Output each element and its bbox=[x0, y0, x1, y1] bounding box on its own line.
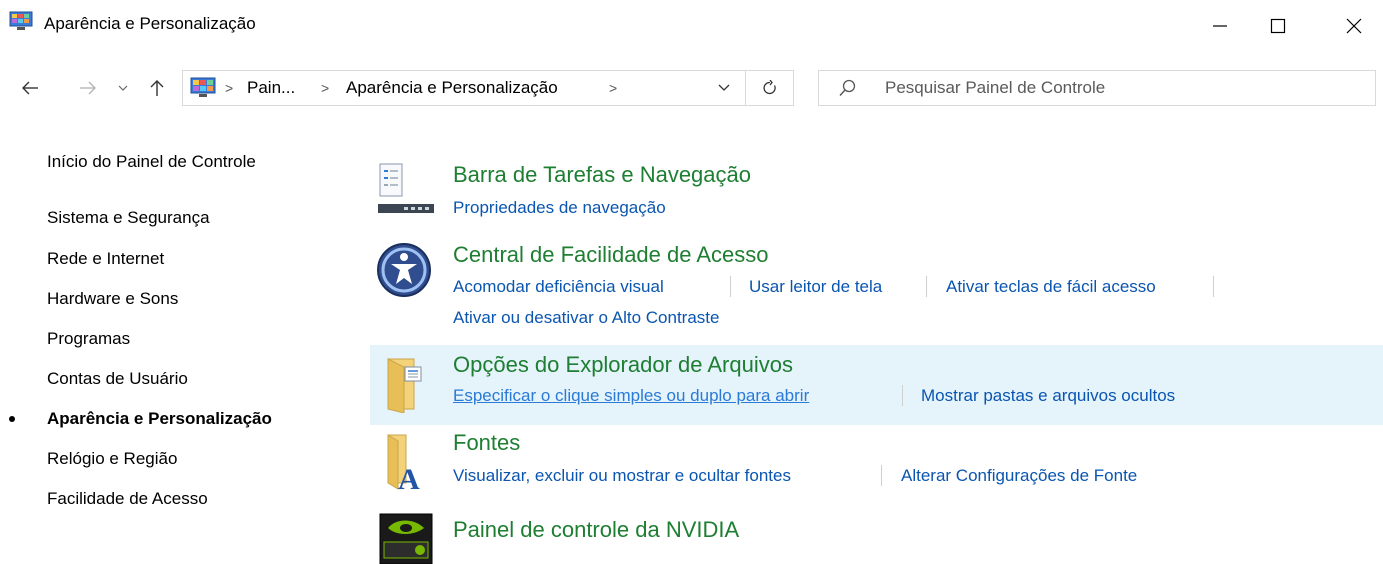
active-bullet-icon bbox=[9, 416, 15, 422]
refresh-icon bbox=[763, 80, 776, 95]
task-link[interactable]: Visualizar, excluir ou mostrar e ocultar… bbox=[453, 466, 791, 486]
sidebar-home-link[interactable]: Início do Painel de Controle bbox=[47, 152, 256, 172]
link-separator bbox=[902, 385, 903, 406]
svg-text:A: A bbox=[398, 463, 420, 493]
sidebar-item-aparencia-e-personalizacao[interactable]: Aparência e Personalização bbox=[47, 409, 272, 429]
link-separator bbox=[881, 465, 882, 486]
maximize-icon bbox=[1270, 18, 1286, 34]
search-icon bbox=[839, 79, 856, 96]
window-title: Aparência e Personalização bbox=[44, 14, 256, 33]
search-input[interactable] bbox=[885, 71, 1365, 105]
sidebar-item-facilidade-de-acesso[interactable]: Facilidade de Acesso bbox=[47, 489, 208, 509]
nvidia-icon bbox=[379, 513, 433, 564]
arrow-left-icon bbox=[22, 81, 38, 95]
category-nvidia: Painel de controle da NVIDIA bbox=[370, 508, 1383, 564]
ease-of-access-icon bbox=[377, 243, 431, 297]
sidebar-item-relogio-e-regiao[interactable]: Relógio e Região bbox=[47, 449, 177, 469]
category-title[interactable]: Central de Facilidade de Acesso bbox=[453, 242, 769, 268]
taskbar-icon bbox=[378, 163, 434, 213]
sidebar-item-contas-de-usuario[interactable]: Contas de Usuário bbox=[47, 369, 188, 389]
back-button[interactable] bbox=[10, 60, 50, 116]
task-link[interactable]: Mostrar pastas e arquivos ocultos bbox=[921, 386, 1175, 406]
minimize-button[interactable] bbox=[1191, 0, 1249, 52]
category-ease-of-access: Central de Facilidade de Acesso Acomodar… bbox=[370, 232, 1383, 342]
sidebar-item-sistema-e-seguranca[interactable]: Sistema e Segurança bbox=[47, 208, 210, 228]
task-link[interactable]: Acomodar deficiência visual bbox=[453, 277, 664, 297]
category-title[interactable]: Barra de Tarefas e Navegação bbox=[453, 162, 751, 188]
fonts-icon: A bbox=[387, 434, 420, 493]
link-separator bbox=[730, 276, 731, 297]
chevron-right-icon[interactable]: > bbox=[609, 80, 617, 96]
control-panel-icon bbox=[190, 77, 216, 97]
recent-locations-button[interactable] bbox=[110, 60, 136, 116]
chevron-right-icon: > bbox=[225, 80, 234, 96]
folder-options-icon bbox=[387, 358, 422, 413]
sidebar-item-rede-e-internet[interactable]: Rede e Internet bbox=[47, 249, 164, 269]
close-button[interactable] bbox=[1325, 0, 1383, 52]
category-fonts: A Fontes Visualizar, excluir ou mostrar … bbox=[370, 427, 1383, 507]
task-link[interactable]: Alterar Configurações de Fonte bbox=[901, 466, 1137, 486]
task-link[interactable]: Ativar teclas de fácil acesso bbox=[946, 277, 1156, 297]
maximize-button[interactable] bbox=[1249, 0, 1307, 52]
address-bar[interactable]: > Pain... > Aparência e Personalização > bbox=[182, 70, 794, 106]
task-link[interactable]: Especificar o clique simples ou duplo pa… bbox=[453, 386, 809, 406]
sidebar-item-hardware-e-sons[interactable]: Hardware e Sons bbox=[47, 289, 178, 309]
link-separator bbox=[926, 276, 927, 297]
breadcrumb-item[interactable]: Pain... bbox=[247, 78, 295, 98]
category-taskbar: Barra de Tarefas e Navegação Propriedade… bbox=[370, 150, 1383, 230]
task-link[interactable]: Ativar ou desativar o Alto Contraste bbox=[453, 308, 719, 328]
chevron-down-icon bbox=[718, 84, 730, 91]
refresh-button[interactable] bbox=[746, 71, 794, 105]
breadcrumb-item[interactable]: Aparência e Personalização bbox=[346, 78, 558, 98]
arrow-up-icon bbox=[150, 80, 164, 96]
control-panel-icon bbox=[9, 11, 33, 30]
task-link[interactable]: Usar leitor de tela bbox=[749, 277, 882, 297]
chevron-right-icon[interactable]: > bbox=[321, 80, 329, 96]
forward-button[interactable] bbox=[68, 60, 108, 116]
minimize-icon bbox=[1213, 25, 1227, 27]
category-file-explorer-options: Opções do Explorador de Arquivos Especif… bbox=[370, 345, 1383, 425]
arrow-right-icon bbox=[80, 81, 96, 95]
title-bar: Aparência e Personalização bbox=[0, 0, 1383, 52]
up-button[interactable] bbox=[140, 60, 174, 116]
task-link[interactable]: Propriedades de navegação bbox=[453, 198, 666, 218]
close-icon bbox=[1346, 18, 1362, 34]
category-title[interactable]: Opções do Explorador de Arquivos bbox=[453, 352, 793, 378]
address-dropdown-button[interactable] bbox=[703, 71, 745, 105]
chevron-down-icon bbox=[118, 85, 128, 91]
search-box[interactable] bbox=[818, 70, 1376, 106]
category-title[interactable]: Painel de controle da NVIDIA bbox=[453, 517, 739, 543]
category-title[interactable]: Fontes bbox=[453, 430, 520, 456]
navigation-bar: > Pain... > Aparência e Personalização > bbox=[0, 60, 1383, 116]
sidebar-item-programas[interactable]: Programas bbox=[47, 329, 130, 349]
link-separator bbox=[1213, 276, 1214, 297]
